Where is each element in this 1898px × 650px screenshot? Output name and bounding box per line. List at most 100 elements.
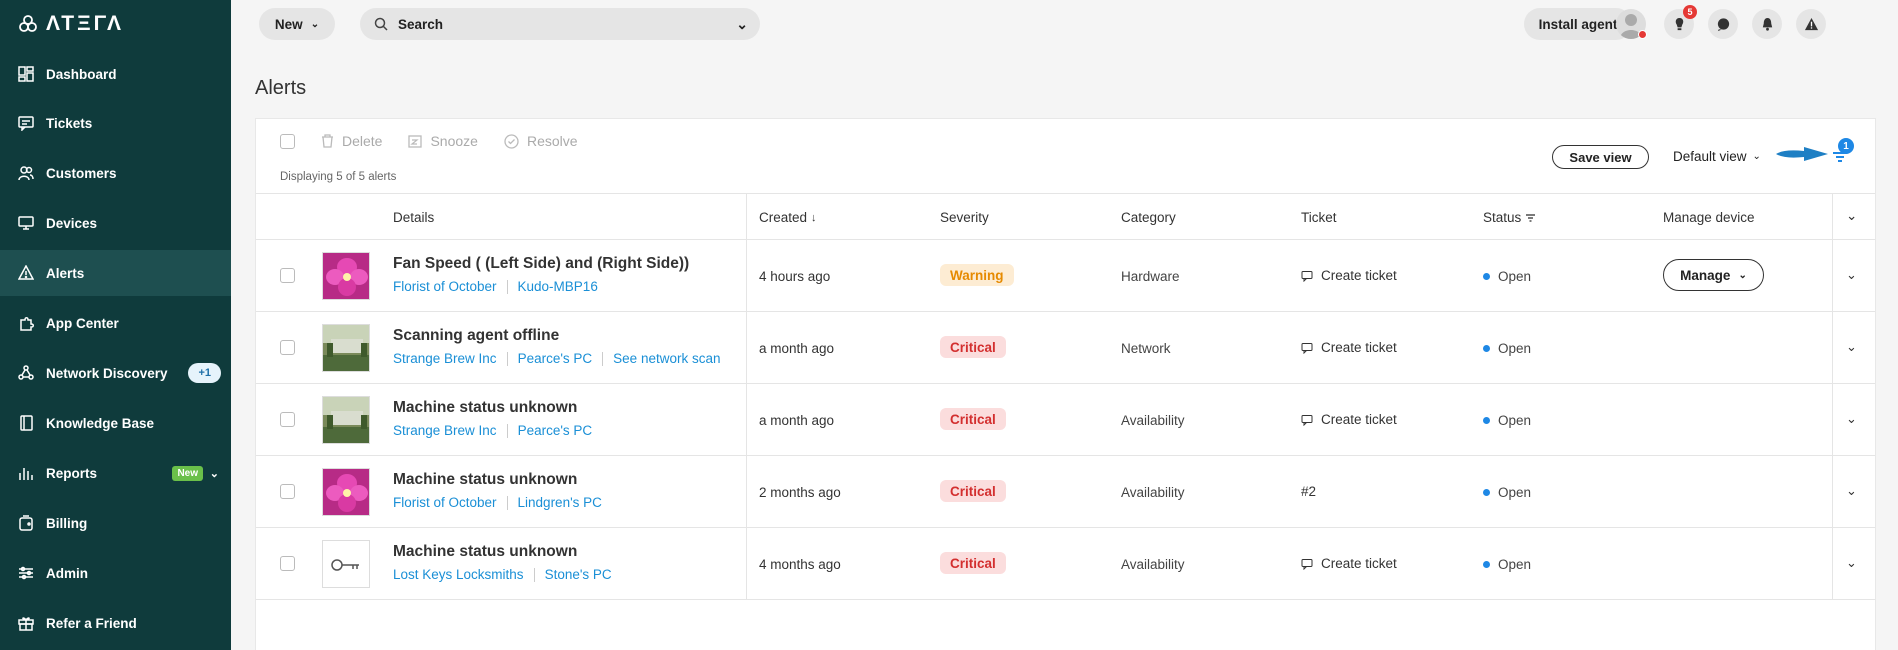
- garden-image: [323, 397, 369, 443]
- create-ticket-link[interactable]: Create ticket: [1301, 556, 1397, 571]
- device-link[interactable]: Lindgren's PC: [518, 495, 602, 510]
- status: Open: [1483, 413, 1531, 428]
- lightbulb-button[interactable]: 5: [1664, 5, 1697, 39]
- new-button[interactable]: New ⌄: [259, 8, 335, 40]
- row-checkbox[interactable]: [280, 268, 295, 283]
- expand-row-icon[interactable]: ⌄: [1846, 339, 1857, 355]
- column-category[interactable]: Category: [1121, 210, 1176, 225]
- customer-link[interactable]: Florist of October: [393, 495, 497, 510]
- expand-row-icon[interactable]: ⌄: [1846, 411, 1857, 427]
- column-details[interactable]: Details: [393, 210, 434, 225]
- create-ticket-link[interactable]: Create ticket: [1301, 412, 1397, 427]
- ticket-number-link[interactable]: #2: [1301, 484, 1316, 499]
- alert-title[interactable]: Machine status unknown: [393, 543, 577, 561]
- chevron-down-icon[interactable]: ⌄: [736, 16, 748, 33]
- sidebar-item-admin[interactable]: Admin: [0, 550, 231, 596]
- row-checkbox[interactable]: [280, 412, 295, 427]
- chevron-down-icon: ⌄: [310, 18, 320, 30]
- table-row[interactable]: Machine status unknown Florist of Octobe…: [256, 456, 1875, 528]
- displaying-count: Displaying 5 of 5 alerts: [280, 171, 397, 183]
- gift-icon: [18, 615, 34, 631]
- chevron-down-icon[interactable]: ⌄: [210, 467, 219, 480]
- search-placeholder: Search: [398, 16, 444, 32]
- sidebar-item-network-discovery[interactable]: Network Discovery +1: [0, 350, 231, 396]
- customer-link[interactable]: Strange Brew Inc: [393, 423, 497, 438]
- column-status-label: Status: [1483, 210, 1522, 225]
- expand-row-icon[interactable]: ⌄: [1846, 483, 1857, 499]
- expand-row-icon[interactable]: ⌄: [1846, 267, 1857, 283]
- network-scan-link[interactable]: See network scan: [613, 351, 720, 366]
- sidebar-item-label: Billing: [46, 515, 88, 531]
- expand-row-icon[interactable]: ⌄: [1846, 555, 1857, 571]
- sort-down-icon: ↓: [811, 211, 817, 224]
- table-row[interactable]: Scanning agent offline Strange Brew Inc …: [256, 312, 1875, 384]
- customers-icon: [18, 165, 34, 181]
- sidebar-item-customers[interactable]: Customers: [0, 150, 231, 196]
- sidebar-item-knowledge-base[interactable]: Knowledge Base: [0, 400, 231, 446]
- expand-all-icon[interactable]: ⌄: [1846, 208, 1857, 224]
- logo-text: ΛΤΞΓΛ: [46, 12, 124, 35]
- created-time: a month ago: [759, 413, 835, 428]
- lightbulb-icon: [1675, 17, 1683, 30]
- delete-button[interactable]: Delete: [321, 133, 382, 149]
- alert-title[interactable]: Machine status unknown: [393, 471, 577, 489]
- sidebar-item-billing[interactable]: Billing: [0, 500, 231, 546]
- column-status[interactable]: Status: [1483, 210, 1536, 225]
- chat-button[interactable]: [1708, 9, 1738, 39]
- sidebar-item-reports[interactable]: Reports New ⌄: [0, 450, 231, 496]
- sidebar-item-refer-a-friend[interactable]: Refer a Friend: [0, 600, 231, 646]
- sidebar-item-app-center[interactable]: App Center: [0, 300, 231, 346]
- column-manage-device[interactable]: Manage device: [1663, 210, 1755, 225]
- status-dot: [1638, 30, 1647, 39]
- table-row[interactable]: Fan Speed ( (Left Side) and (Right Side)…: [256, 240, 1875, 312]
- category: Availability: [1121, 557, 1185, 572]
- sidebar-item-label: Knowledge Base: [46, 415, 155, 431]
- ticket-icon: [1301, 270, 1313, 282]
- manage-button[interactable]: Manage ⌄: [1663, 259, 1764, 291]
- customer-logo-orchid: [322, 252, 370, 300]
- garden-image: [323, 325, 369, 371]
- sidebar-item-alerts[interactable]: Alerts: [0, 250, 231, 296]
- trash-icon: [322, 134, 333, 148]
- divider: [602, 352, 604, 366]
- alert-title[interactable]: Fan Speed ( (Left Side) and (Right Side)…: [393, 255, 689, 273]
- resolve-button[interactable]: Resolve: [504, 133, 578, 149]
- alert-title[interactable]: Machine status unknown: [393, 399, 577, 417]
- search-input[interactable]: Search ⌄: [360, 8, 760, 40]
- save-view-button[interactable]: Save view: [1552, 145, 1649, 169]
- alert-title[interactable]: Scanning agent offline: [393, 327, 559, 345]
- column-created[interactable]: Created ↓: [759, 210, 817, 225]
- logo[interactable]: ΛΤΞΓΛ: [0, 0, 231, 48]
- customer-link[interactable]: Lost Keys Locksmiths: [393, 567, 524, 582]
- new-button-label: New: [274, 16, 303, 32]
- sidebar-item-tickets[interactable]: Tickets: [0, 100, 231, 146]
- create-ticket-link[interactable]: Create ticket: [1301, 268, 1397, 283]
- device-link[interactable]: Pearce's PC: [518, 351, 593, 366]
- bell-button[interactable]: [1752, 9, 1782, 39]
- default-view-select[interactable]: Default view ⌄: [1673, 149, 1761, 164]
- status-dot: [1483, 417, 1490, 424]
- customer-link[interactable]: Strange Brew Inc: [393, 351, 497, 366]
- status-dot: [1483, 273, 1490, 280]
- device-link[interactable]: Stone's PC: [545, 567, 612, 582]
- create-ticket-link[interactable]: Create ticket: [1301, 340, 1397, 355]
- select-all-checkbox[interactable]: [280, 133, 295, 149]
- sidebar-item-dashboard[interactable]: Dashboard: [0, 51, 231, 97]
- table-row[interactable]: Machine status unknown Lost Keys Locksmi…: [256, 528, 1875, 600]
- divider: [506, 280, 508, 294]
- device-link[interactable]: Kudo-MBP16: [518, 279, 598, 294]
- column-ticket[interactable]: Ticket: [1301, 210, 1337, 225]
- row-checkbox[interactable]: [280, 340, 295, 355]
- device-link[interactable]: Pearce's PC: [518, 423, 593, 438]
- sidebar-item-devices[interactable]: Devices: [0, 200, 231, 246]
- warning-button[interactable]: [1796, 9, 1826, 39]
- status-label: Open: [1498, 413, 1532, 428]
- customer-link[interactable]: Florist of October: [393, 279, 497, 294]
- row-checkbox[interactable]: [280, 556, 295, 571]
- row-checkbox[interactable]: [280, 484, 295, 499]
- table-row[interactable]: Machine status unknown Strange Brew Inc …: [256, 384, 1875, 456]
- snooze-button[interactable]: Snooze: [408, 133, 478, 149]
- delete-label: Delete: [342, 133, 383, 149]
- column-severity[interactable]: Severity: [940, 210, 989, 225]
- severity-badge: Critical: [940, 552, 1006, 574]
